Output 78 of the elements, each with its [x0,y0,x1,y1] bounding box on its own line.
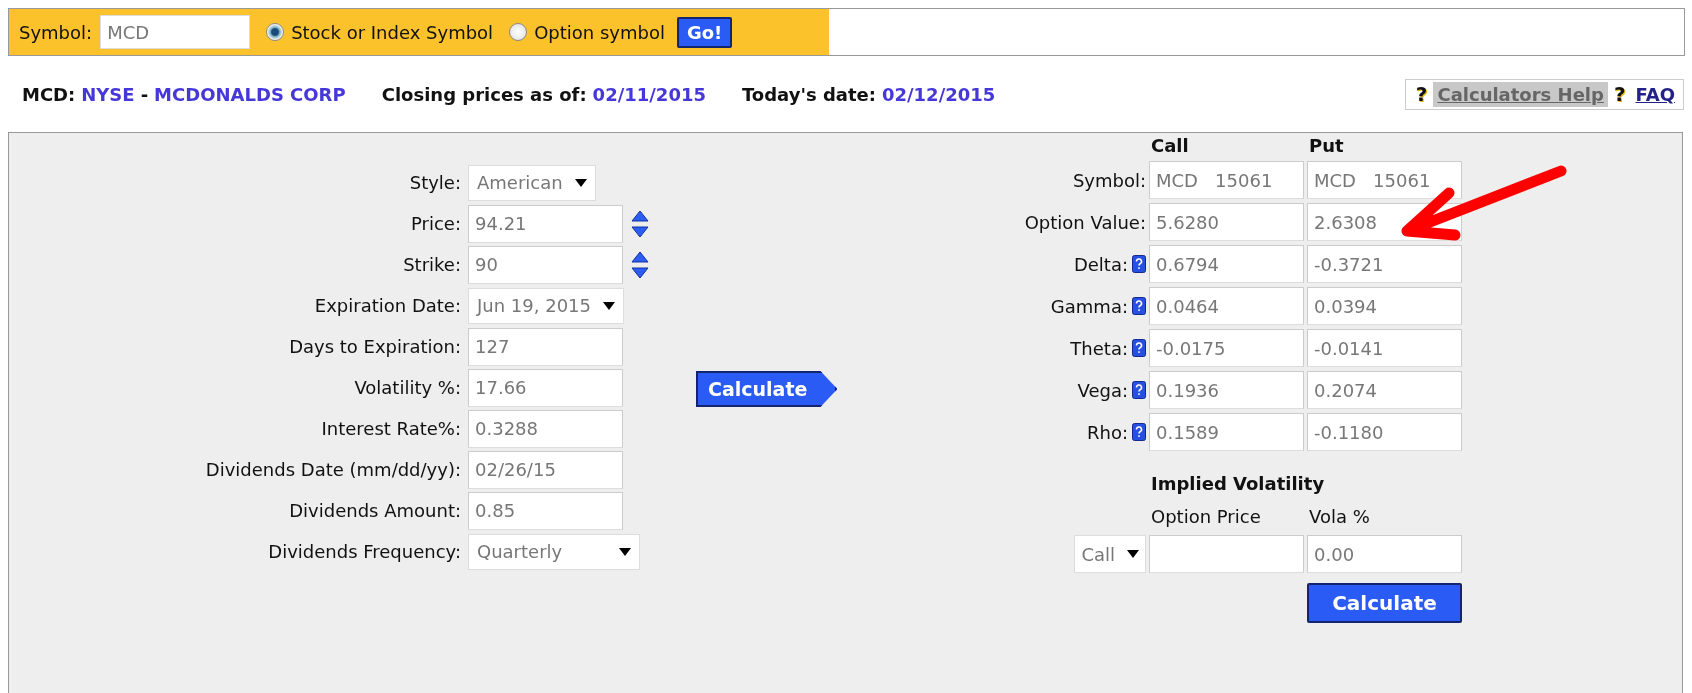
spinner-icon[interactable] [631,209,649,238]
radio-option[interactable]: Option symbol [509,21,665,43]
result-field[interactable]: 5.6280 [1149,203,1304,241]
result-label: Option Value: [1024,211,1146,233]
closing-date: 02/11/2015 [592,83,706,105]
today-label: Today's date: [741,83,876,105]
section-title: Implied Volatility [1150,472,1326,494]
field-label: Dividends Amount: [288,500,461,521]
select-field[interactable]: American [468,164,596,201]
result-field[interactable]: -0.0141 [1307,329,1462,367]
field-label: Style: [408,172,461,193]
result-field[interactable]: -0.0175 [1149,329,1304,367]
result-label: Delta: [1073,253,1128,275]
question-icon: ? [1607,82,1632,106]
help-link[interactable]: Calculators Help [1433,81,1608,107]
field-label: Strike: [402,254,461,275]
field-label: Expiration Date: [313,295,461,316]
result-field[interactable]: MCD 15061 [1307,161,1462,199]
column-header: Option Price [1150,505,1262,529]
select-field[interactable]: Jun 19, 2015 [468,287,624,324]
go-button[interactable]: Go! [676,16,733,48]
caret-icon [619,547,631,556]
field-label: Price: [410,213,461,234]
symbol-code: MCD: [22,83,76,105]
field-label: Interest Rate%: [320,418,461,439]
input-field[interactable]: 0.85 [468,491,623,530]
column-header: Call [1150,135,1190,157]
result-field[interactable]: 0.0394 [1307,287,1462,325]
input-field[interactable]: 90 [468,245,623,284]
company-name: MCDONALDS CORP [154,83,346,105]
symbol-label: Symbol: [19,21,93,43]
result-label: Rho: [1087,421,1128,443]
vola-field[interactable]: 0.00 [1307,535,1462,573]
column-header: Put [1308,135,1345,157]
result-field[interactable]: 0.0464 [1149,287,1304,325]
result-field[interactable]: 0.6794 [1149,245,1304,283]
result-label: Gamma: [1050,295,1128,317]
caret-icon [1127,550,1139,558]
separator-text: - [140,83,149,105]
input-field[interactable]: 02/26/15 [468,450,623,489]
input-field[interactable]: 94.21 [468,204,623,243]
result-field[interactable]: MCD 15061 [1149,161,1304,199]
select-field[interactable]: Quarterly [468,533,640,570]
field-label: Volatility %: [353,377,461,398]
input-field[interactable]: 127 [468,327,623,366]
question-icon: ? [1409,82,1434,106]
type-select[interactable]: Call [1074,535,1146,573]
help-icon[interactable] [1132,381,1146,399]
help-link[interactable]: FAQ [1631,81,1679,107]
column-header: Vola % [1308,505,1371,529]
result-field[interactable]: -0.3721 [1307,245,1462,283]
caret-icon [574,178,587,187]
result-field[interactable]: 0.1936 [1149,371,1304,409]
help-icon[interactable] [1132,339,1146,357]
option-price-field[interactable] [1149,535,1304,573]
spinner-icon[interactable] [631,250,649,279]
help-icon[interactable] [1132,255,1146,273]
input-field[interactable]: 0.3288 [468,409,623,448]
input-field[interactable]: 17.66 [468,368,623,407]
radio-label: Option symbol [534,21,665,43]
caret-icon [603,301,615,310]
exchange-name: NYSE [81,83,135,105]
result-field[interactable]: -0.1180 [1307,413,1462,451]
result-field[interactable]: 0.2074 [1307,371,1462,409]
field-label: Dividends Date (mm/dd/yy): [204,459,461,480]
result-label: Vega: [1077,379,1128,401]
symbol-input[interactable]: MCD [100,15,251,49]
field-label: Dividends Frequency: [267,541,461,562]
help-icon[interactable] [1132,297,1146,315]
calculate-button[interactable]: Calculate [1307,583,1462,623]
field-label: Days to Expiration: [288,336,461,357]
help-icon[interactable] [1132,423,1146,441]
result-field[interactable]: 0.1589 [1149,413,1304,451]
closing-label: Closing prices as of: [381,83,587,105]
today-date: 02/12/2015 [881,83,996,105]
calculate-button[interactable]: Calculate [696,371,838,407]
result-label: Symbol: [1072,169,1146,191]
result-label: Theta: [1070,337,1128,359]
